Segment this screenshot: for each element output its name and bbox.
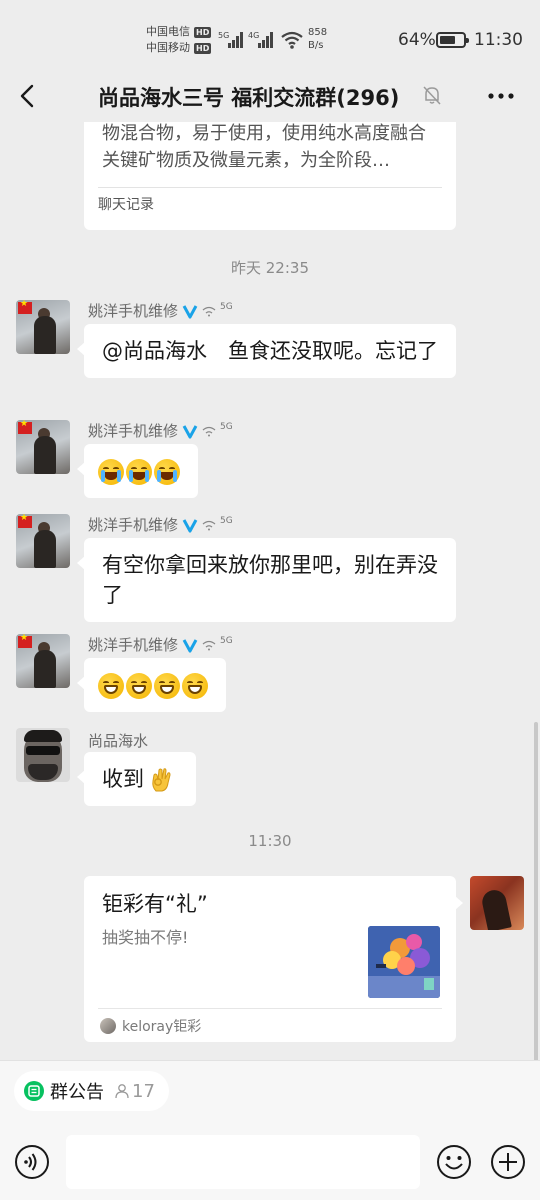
network-speed: 858 B/s [308, 26, 327, 52]
speed-value: 858 [308, 27, 328, 38]
sender-label: 姚洋手机维修 [88, 422, 179, 440]
voice-icon[interactable] [14, 1144, 50, 1180]
sender-label: 姚洋手机维修 [88, 302, 179, 320]
message-bubble[interactable]: 收到 [77, 752, 196, 806]
sender-name: 姚洋手机维修 5G [88, 634, 233, 655]
member-count: 17 [114, 1081, 155, 1102]
message-text: 收到 [102, 767, 144, 791]
member-count-value: 17 [132, 1080, 155, 1102]
net-badge: 5G [220, 301, 233, 312]
avatar[interactable] [16, 634, 70, 688]
wifi-icon [281, 31, 303, 49]
avatar[interactable] [16, 300, 70, 354]
sender-label: 尚品海水 [88, 732, 149, 750]
link-card[interactable]: 钜彩有“礼” 抽奖抽不停! keloray钜彩 [84, 876, 463, 1042]
chat-area[interactable]: 物混合物，易于使用，使用纯水高度融合关键矿物质及微量元素，为全阶段… 聊天记录 … [0, 122, 540, 1060]
back-arrow-icon[interactable] [14, 82, 42, 110]
carrier-info: 中国电信 HD 中国移动 HD [146, 24, 212, 56]
status-bar: 中国电信 HD 中国移动 HD 5G 4G 858 B/s 64% 11:30 [0, 0, 540, 80]
signal-4g-icon: 4G [248, 31, 273, 48]
sender-name: 姚洋手机维修 5G [88, 514, 233, 535]
person-icon [115, 1084, 129, 1099]
emoji-bubble[interactable] [77, 444, 198, 498]
link-card-source: keloray钜彩 [100, 1016, 201, 1036]
announcement-icon [24, 1081, 44, 1101]
message-bubble[interactable]: @尚品海水 鱼食还没取呢。忘记了 [77, 324, 456, 378]
battery-percent: 64% [398, 30, 436, 50]
timestamp: 昨天 22:35 [231, 259, 309, 277]
emoji-bubble[interactable] [77, 658, 226, 712]
chat-record-card[interactable]: 物混合物，易于使用，使用纯水高度融合关键矿物质及微量元素，为全阶段… 聊天记录 [84, 122, 456, 230]
link-card-desc: 抽奖抽不停! [102, 928, 189, 947]
battery-fill [440, 36, 455, 44]
group-notice-button[interactable]: 群公告 17 [14, 1071, 169, 1111]
sender-name: 姚洋手机维修 5G [88, 420, 233, 441]
more-icon[interactable] [486, 86, 516, 106]
wifi-mini-icon [202, 520, 216, 530]
grinning-emoji-icon [98, 673, 124, 699]
sender-label: 姚洋手机维修 [88, 636, 179, 654]
speed-unit: B/s [308, 40, 324, 51]
avatar[interactable] [16, 420, 70, 474]
timestamp: 11:30 [248, 832, 292, 850]
avatar[interactable] [16, 514, 70, 568]
signal-5g-icon: 5G [218, 31, 243, 48]
net-badge: 5G [220, 515, 233, 526]
grinning-emoji-icon [182, 673, 208, 699]
divider [98, 1008, 442, 1009]
carrier-2: 中国移动 [146, 41, 190, 54]
verified-v-icon [182, 304, 198, 318]
carrier-1: 中国电信 [146, 25, 190, 38]
grinning-emoji-icon [126, 673, 152, 699]
page-title: 尚品海水三号 福利交流群(296) [98, 86, 400, 110]
ok-hand-icon [152, 768, 171, 792]
battery-icon [436, 32, 469, 48]
scrollbar[interactable] [534, 722, 538, 1060]
message-input[interactable] [66, 1135, 420, 1189]
sender-name: 尚品海水 [88, 730, 148, 751]
sender-label: 姚洋手机维修 [88, 516, 179, 534]
hd-badge-2: HD [194, 42, 212, 54]
sender-name: 姚洋手机维修 5G [88, 300, 233, 321]
mute-bell-icon [423, 86, 441, 105]
chat-header: 尚品海水三号 福利交流群(296) [0, 72, 540, 122]
wifi-mini-icon [202, 426, 216, 436]
wifi-mini-icon [202, 640, 216, 650]
plus-icon[interactable] [490, 1144, 526, 1180]
net-badge: 5G [220, 421, 233, 432]
hd-badge-1: HD [194, 26, 212, 38]
source-logo-icon [100, 1018, 116, 1034]
link-thumbnail [368, 926, 440, 998]
status-time: 11:30 [474, 30, 523, 50]
my-avatar[interactable] [470, 876, 524, 930]
net-badge: 5G [220, 635, 233, 646]
net-label-1: 5G [218, 31, 229, 40]
avatar[interactable] [16, 728, 70, 782]
source-name: keloray钜彩 [122, 1019, 202, 1035]
verified-v-icon [182, 424, 198, 438]
crying-emoji-icon [98, 459, 124, 485]
message-bubble[interactable]: 有空你拿回来放你那里吧，别在弄没了 [77, 538, 456, 622]
grinning-emoji-icon [154, 673, 180, 699]
wifi-mini-icon [202, 306, 216, 316]
input-bar [0, 1120, 540, 1200]
group-notice-label: 群公告 [50, 1082, 104, 1103]
net-label-2: 4G [248, 31, 259, 40]
verified-v-icon [182, 518, 198, 532]
chat-record-footer: 聊天记录 [98, 197, 154, 213]
link-card-title: 钜彩有“礼” [102, 892, 208, 916]
crying-emoji-icon [154, 459, 180, 485]
divider [98, 187, 442, 188]
emoji-icon[interactable] [436, 1144, 472, 1180]
crying-emoji-icon [126, 459, 152, 485]
group-notice-bar: 群公告 17 [0, 1060, 540, 1120]
chat-record-text: 物混合物，易于使用，使用纯水高度融合关键矿物质及微量元素，为全阶段… [102, 123, 426, 171]
verified-v-icon [182, 638, 198, 652]
